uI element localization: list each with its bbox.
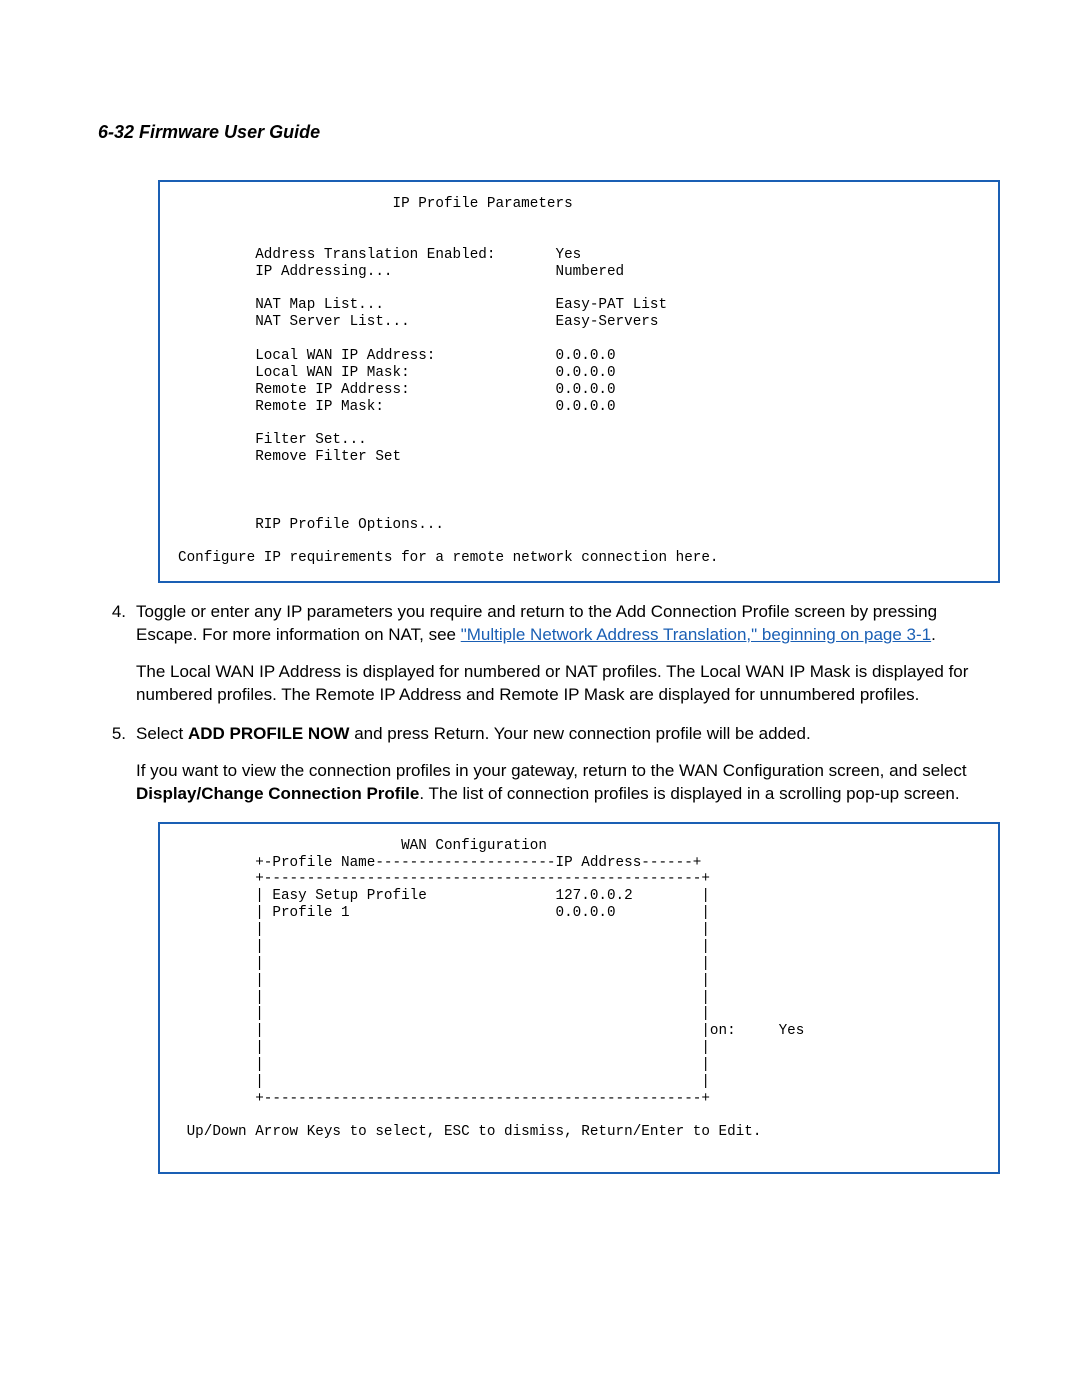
display-change-profile-label: Display/Change Connection Profile	[136, 784, 419, 803]
step-5-number: 5.	[98, 723, 126, 746]
terminal-wan-configuration: WAN Configuration +-Profile Name--------…	[158, 822, 1000, 1174]
step-4-para-2: The Local WAN IP Address is displayed fo…	[136, 661, 1000, 707]
nat-reference-link[interactable]: "Multiple Network Address Translation," …	[461, 625, 931, 644]
step-4-para-1: Toggle or enter any IP parameters you re…	[136, 601, 1000, 647]
step-5: 5. Select ADD PROFILE NOW and press Retu…	[98, 723, 1000, 806]
step-4-number: 4.	[98, 601, 126, 624]
step-5-para-1: Select ADD PROFILE NOW and press Return.…	[136, 723, 1000, 746]
terminal-ip-profile-parameters: IP Profile Parameters Address Translatio…	[158, 180, 1000, 583]
step-5-text-1b: and press Return. Your new connection pr…	[349, 724, 810, 743]
step-4: 4. Toggle or enter any IP parameters you…	[98, 601, 1000, 707]
step-5-text-2b: . The list of connection profiles is dis…	[419, 784, 959, 803]
step-4-text-1b: .	[931, 625, 936, 644]
step-5-text-2a: If you want to view the connection profi…	[136, 761, 967, 780]
step-5-para-2: If you want to view the connection profi…	[136, 760, 1000, 806]
add-profile-now-label: ADD PROFILE NOW	[188, 724, 350, 743]
step-5-text-1a: Select	[136, 724, 188, 743]
page-header: 6-32 Firmware User Guide	[98, 120, 1000, 144]
